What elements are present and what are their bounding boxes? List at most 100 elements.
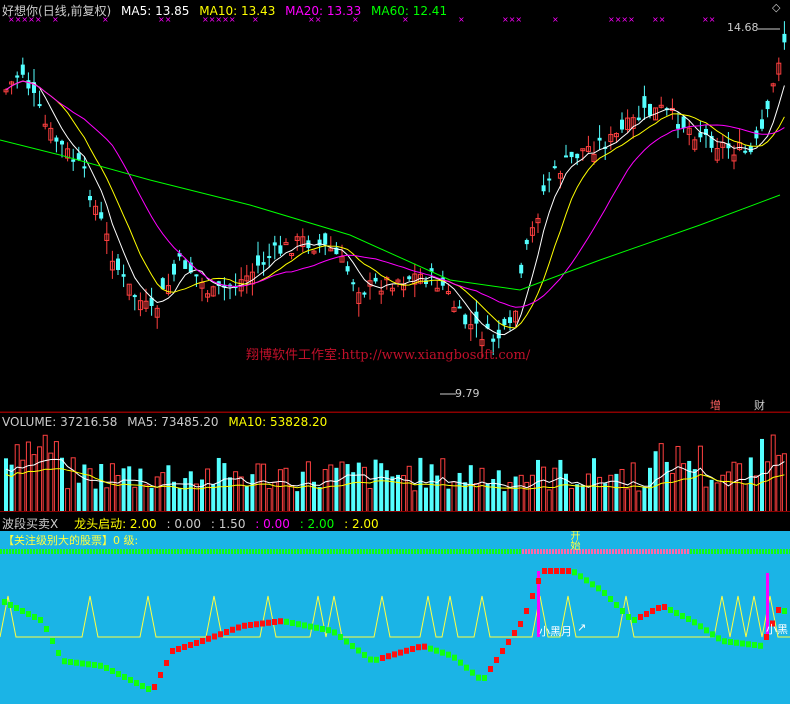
band-segment: [735, 549, 737, 554]
band-segment: [171, 549, 173, 554]
volume-header: VOLUME: 37216.58 MA5: 73485.20 MA10: 538…: [2, 415, 333, 429]
wave-block: [752, 642, 757, 648]
ma20-value: MA20: 13.33: [285, 4, 362, 18]
candle-body: [256, 255, 260, 266]
volume-bar: [250, 474, 255, 512]
scroll-arrow-icon[interactable]: ◇: [772, 1, 780, 14]
band-segment: [108, 549, 110, 554]
badge-finance[interactable]: 财: [752, 397, 767, 412]
band-segment: [585, 549, 587, 554]
volume-bar: [205, 468, 211, 512]
volume-bar: [300, 471, 305, 512]
badge-increase[interactable]: 增: [708, 397, 723, 412]
band-segment: [93, 549, 95, 554]
band-segment: [342, 549, 344, 554]
wave-block: [326, 627, 331, 634]
band-segment: [606, 549, 608, 554]
price-pane[interactable]: 好想你(日线,前复权) MA5: 13.85 MA10: 13.43 MA20:…: [0, 0, 790, 412]
band-segment: [456, 549, 458, 554]
band-segment: [738, 549, 740, 554]
volume-bar: [104, 487, 110, 512]
ma20-line: [5, 80, 785, 308]
band-segment: [207, 549, 209, 554]
band-segment: [345, 549, 347, 554]
indicator-pane[interactable]: 【关注级别大的股票】0 级: 开始 小黑月 ↗ 小黑: [0, 531, 790, 704]
volume-bar: [14, 444, 20, 512]
band-segment: [183, 549, 185, 554]
band-segment: [162, 549, 164, 554]
volume-bar: [4, 458, 8, 512]
band-segment: [468, 549, 470, 554]
wave-block: [482, 675, 487, 681]
band-segment: [534, 549, 536, 554]
band-segment: [30, 549, 32, 554]
band-segment: [78, 549, 80, 554]
band-segment: [180, 549, 182, 554]
band-segment: [777, 549, 779, 554]
band-segment: [135, 549, 137, 554]
band-segment: [753, 549, 755, 554]
wave-block: [602, 590, 607, 596]
wave-block: [158, 672, 163, 678]
volume-bar: [334, 467, 339, 512]
band-segment: [69, 549, 71, 554]
band-segment: [420, 549, 422, 554]
band-segment: [594, 549, 596, 554]
volume-bar: [709, 479, 714, 512]
wave-block: [698, 623, 703, 630]
band-segment: [729, 549, 731, 554]
volume-bar: [703, 486, 709, 512]
band-segment: [411, 549, 413, 554]
band-segment: [81, 549, 83, 554]
volume-bar: [518, 474, 524, 512]
volume-bar: [418, 457, 423, 512]
price-header: 好想你(日线,前复权) MA5: 13.85 MA10: 13.43 MA20:…: [2, 2, 453, 19]
wave-block: [122, 674, 127, 680]
volume-bar: [166, 465, 171, 512]
band-segment: [48, 549, 50, 554]
band-segment: [612, 549, 614, 554]
wave-block: [728, 639, 733, 645]
wave-block: [104, 665, 109, 671]
candle-body: [457, 306, 462, 309]
wave-block: [416, 644, 421, 651]
band-segment: [297, 549, 299, 554]
wave-block: [344, 638, 349, 645]
wave-block: [608, 596, 613, 602]
band-segment: [312, 549, 314, 554]
band-segment: [510, 549, 512, 554]
band-segment: [609, 549, 611, 554]
band-segment: [483, 549, 485, 554]
wave-block: [254, 621, 259, 628]
volume-pane[interactable]: VOLUME: 37216.58 MA5: 73485.20 MA10: 538…: [0, 412, 790, 512]
band-segment: [675, 549, 677, 554]
ma5-line: [5, 80, 785, 336]
band-segment: [462, 549, 464, 554]
band-segment: [504, 549, 506, 554]
candle-body: [760, 119, 764, 129]
band-segment: [111, 549, 113, 554]
band-segment: [330, 549, 332, 554]
watermark: 翔博软件工作室:http://www.xiangbosoft.com/: [246, 348, 531, 363]
candle-body: [564, 155, 568, 158]
band-segment: [252, 549, 254, 554]
band-segment: [405, 549, 407, 554]
indicator-chart[interactable]: [0, 531, 790, 704]
band-segment: [489, 549, 491, 554]
band-segment: [123, 549, 125, 554]
band-segment: [555, 549, 557, 554]
band-segment: [402, 549, 404, 554]
wave-block: [650, 608, 655, 614]
candle-body: [351, 282, 356, 285]
wave-block: [314, 624, 319, 631]
band-segment: [204, 549, 206, 554]
band-segment: [546, 549, 548, 554]
band-segment: [525, 549, 527, 554]
band-segment: [438, 549, 440, 554]
band-segment: [153, 549, 155, 554]
volume-bar: [714, 482, 720, 512]
volume-bar: [65, 488, 71, 512]
candle-body: [323, 233, 328, 245]
band-segment: [213, 549, 215, 554]
wave-block: [50, 638, 55, 644]
